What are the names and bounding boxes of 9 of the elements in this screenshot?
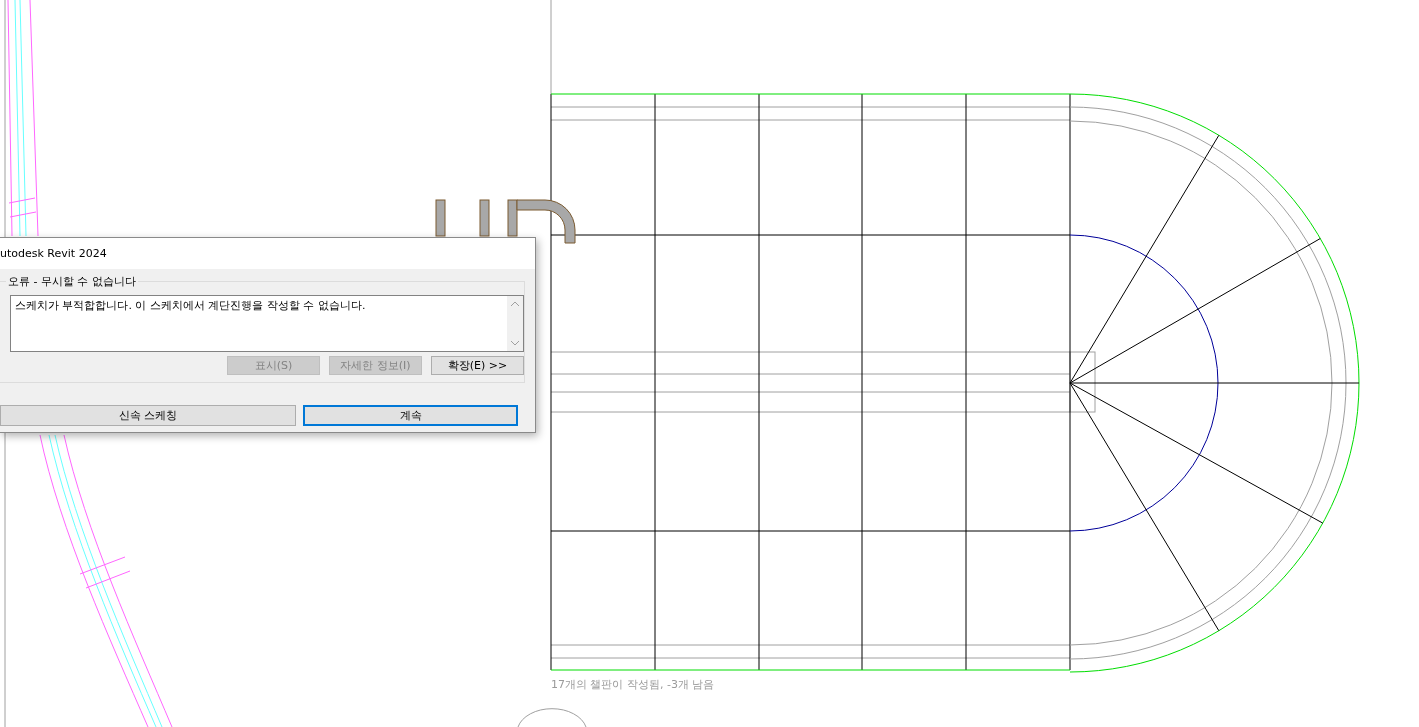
dialog-button[interactable]: 신속 스케칭 bbox=[0, 405, 296, 426]
dialog-title: utodesk Revit 2024 bbox=[0, 247, 107, 260]
dialog-button[interactable]: 계속 bbox=[303, 405, 518, 426]
group-label: 오류 - 무시할 수 없습니다 bbox=[6, 275, 138, 288]
status-text: 17개의 챌판이 작성됨, -3개 남음 bbox=[551, 678, 715, 691]
detail-button[interactable]: 확장(E) >> bbox=[431, 356, 524, 375]
level-marker-icon bbox=[517, 708, 587, 727]
error-message: 스케치가 부적합합니다. 이 스케치에서 계단진행을 작성할 수 없습니다. bbox=[14, 298, 367, 314]
scrollbar-icon[interactable] bbox=[507, 296, 523, 351]
